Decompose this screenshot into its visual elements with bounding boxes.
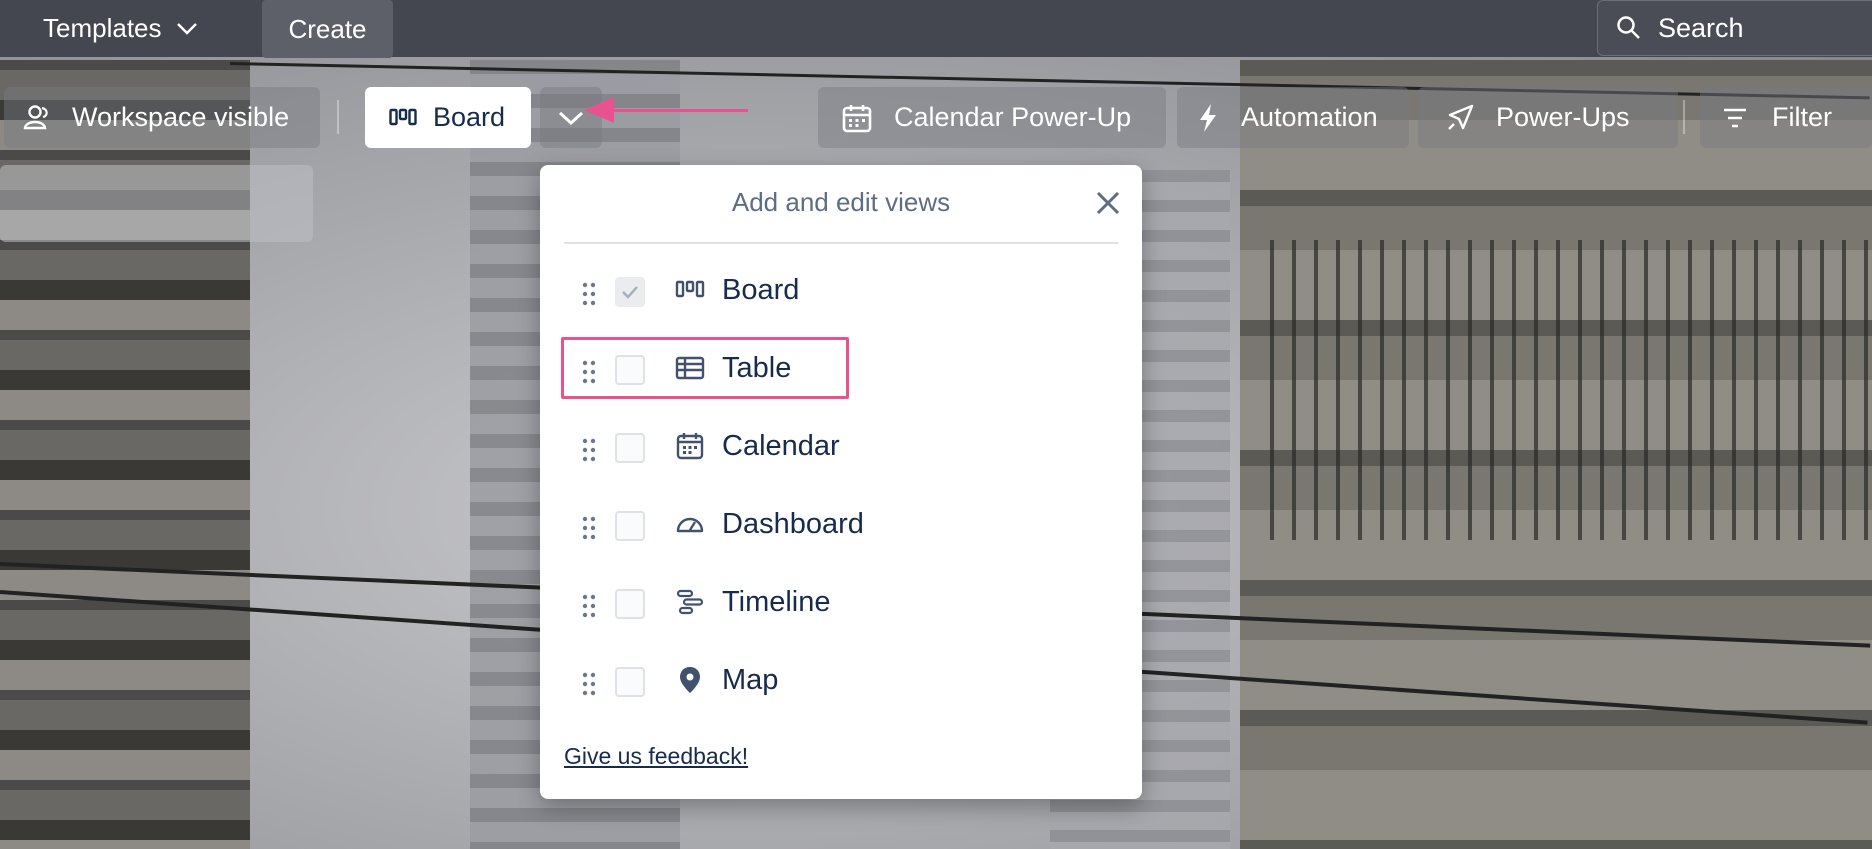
templates-label: Templates	[43, 13, 162, 43]
search-input[interactable]: Search	[1597, 0, 1872, 56]
automation-label: Automation	[1241, 102, 1378, 132]
drag-handle-icon[interactable]	[580, 437, 598, 463]
views-popover: Add and edit views Board Table Calendar …	[540, 165, 1142, 799]
board-view-tab[interactable]: Board	[365, 87, 531, 148]
powerups-label: Power-Ups	[1496, 102, 1630, 132]
chevron-down-icon	[558, 111, 584, 125]
drag-handle-icon[interactable]	[580, 593, 598, 619]
view-item-dashboard[interactable]: Dashboard	[540, 489, 1142, 567]
divider	[1683, 100, 1685, 134]
drag-handle-icon[interactable]	[580, 515, 598, 541]
divider	[337, 100, 339, 134]
view-label: Dashboard	[722, 508, 864, 540]
filter-label: Filter	[1772, 102, 1832, 132]
view-item-board[interactable]: Board	[540, 255, 1142, 333]
annotation-arrow-head	[584, 97, 614, 123]
search-icon	[1617, 16, 1640, 39]
timeline-checkbox[interactable]	[615, 589, 645, 619]
automation-button[interactable]: Automation	[1177, 87, 1409, 148]
calendar-powerup-label: Calendar Power-Up	[894, 102, 1132, 132]
map-checkbox[interactable]	[615, 667, 645, 697]
close-icon[interactable]	[1092, 187, 1124, 219]
view-item-map[interactable]: Map	[540, 645, 1142, 723]
people-icon	[23, 104, 48, 129]
drag-handle-icon[interactable]	[580, 671, 598, 697]
drag-handle-icon[interactable]	[580, 281, 598, 307]
view-item-timeline[interactable]: Timeline	[540, 567, 1142, 645]
create-label: Create	[288, 13, 367, 44]
dashboard-icon	[676, 517, 704, 533]
calendar-icon	[676, 433, 704, 460]
top-app-bar: Templates Create Search	[0, 0, 1872, 58]
rocket-icon	[1448, 104, 1474, 130]
board-icon	[389, 108, 417, 125]
powerups-button[interactable]: Power-Ups	[1418, 87, 1678, 148]
annotation-highlight-box	[561, 337, 849, 399]
board-checkbox[interactable]	[615, 277, 645, 307]
calendar-checkbox[interactable]	[615, 433, 645, 463]
popover-title: Add and edit views	[731, 187, 951, 217]
lightning-icon	[1200, 103, 1216, 132]
view-label: Map	[722, 664, 779, 696]
search-placeholder: Search	[1658, 12, 1744, 43]
board-icon	[675, 280, 705, 298]
view-label: Board	[722, 274, 800, 306]
chevron-down-icon	[176, 22, 197, 35]
view-label: Timeline	[722, 586, 831, 618]
workspace-visibility-button[interactable]: Workspace visible	[4, 87, 320, 148]
timeline-icon	[676, 589, 704, 615]
calendar-powerup-button[interactable]: Calendar Power-Up	[818, 87, 1166, 148]
list-placeholder	[0, 165, 313, 242]
divider	[564, 242, 1118, 244]
create-button[interactable]: Create	[262, 0, 393, 58]
feedback-link[interactable]: Give us feedback!	[564, 743, 748, 770]
annotation-arrow	[612, 109, 748, 112]
board-tab-label: Board	[433, 102, 506, 132]
visibility-label: Workspace visible	[72, 102, 290, 132]
calendar-icon	[842, 104, 872, 132]
templates-menu[interactable]: Templates	[43, 0, 198, 57]
check-icon	[622, 286, 638, 299]
dashboard-checkbox[interactable]	[615, 511, 645, 541]
view-label: Calendar	[722, 430, 840, 462]
filter-button[interactable]: Filter	[1700, 87, 1872, 148]
view-item-calendar[interactable]: Calendar	[540, 411, 1142, 489]
filter-icon	[1724, 108, 1746, 127]
map-pin-icon	[680, 667, 700, 693]
